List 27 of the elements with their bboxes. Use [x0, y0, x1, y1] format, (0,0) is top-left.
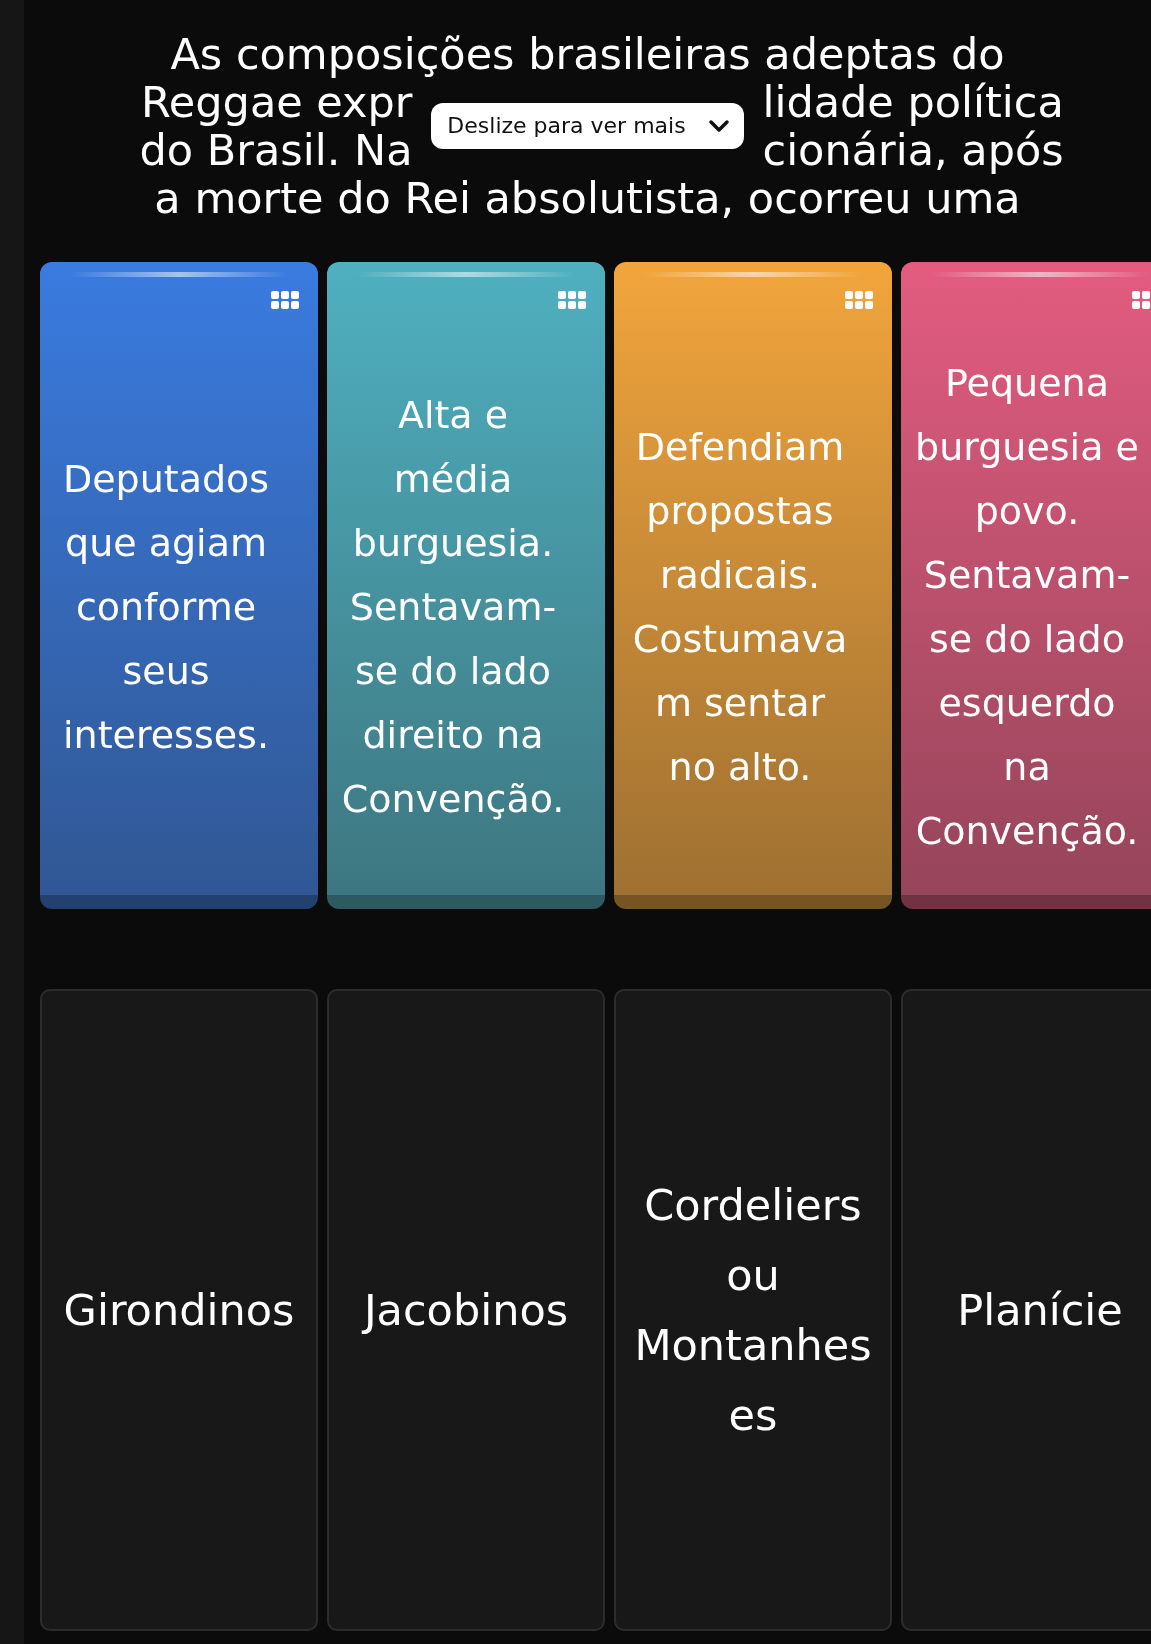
drop-zone[interactable]: Cordeliers ou Montanheses	[614, 989, 892, 1631]
scroll-hint[interactable]: Deslize para ver mais	[431, 103, 744, 149]
drop-zone-label: Cordeliers ou Montanheses	[633, 1179, 873, 1442]
question-text: cionária, após	[762, 126, 1064, 174]
drag-handle-icon	[844, 290, 874, 310]
question-text: lidade política	[762, 78, 1064, 126]
drag-handle-icon	[270, 290, 300, 310]
chevron-down-icon	[707, 119, 730, 133]
card-text: Deputados que agiam conforme seus interesses.	[61, 455, 271, 759]
answer-card[interactable]: Alta e média burguesia. Sentavam-se do lado direito na Convenção.	[327, 262, 605, 909]
drop-zone[interactable]: Girondinos	[40, 989, 318, 1631]
answer-card[interactable]: Defendiam propostas radicais. Costumavam sentar no alto.	[614, 262, 892, 909]
question-text: a morte do Rei absolutista, ocorreu uma	[154, 174, 1021, 222]
drop-zone-label: Jacobinos	[360, 1284, 570, 1337]
drop-zone[interactable]: Jacobinos	[327, 989, 605, 1631]
question-text: do Brasil. Na	[139, 126, 413, 174]
answer-card[interactable]: Pequena burguesia e povo. Sentavam-se do lado esquerdo na Convenção.	[901, 262, 1151, 909]
question-text: Reggae expr	[140, 78, 413, 126]
drop-zone[interactable]: Planície	[901, 989, 1151, 1631]
question-text: As composições brasileiras adeptas do	[170, 30, 1005, 78]
card-text: Defendiam propostas radicais. Costumavam sentar no alto.	[631, 423, 849, 791]
card-text: Pequena burguesia e povo. Sentavam-se do lado esquerdo na Convenção.	[915, 359, 1139, 855]
drag-handle-icon	[557, 290, 587, 310]
drop-zone-label: Planície	[956, 1284, 1124, 1337]
drop-zone-label: Girondinos	[62, 1284, 296, 1337]
card-text: Alta e média burguesia. Sentavam-se do lado direito na Convenção.	[341, 391, 565, 823]
answer-card[interactable]: Deputados que agiam conforme seus interesses.	[40, 262, 318, 909]
